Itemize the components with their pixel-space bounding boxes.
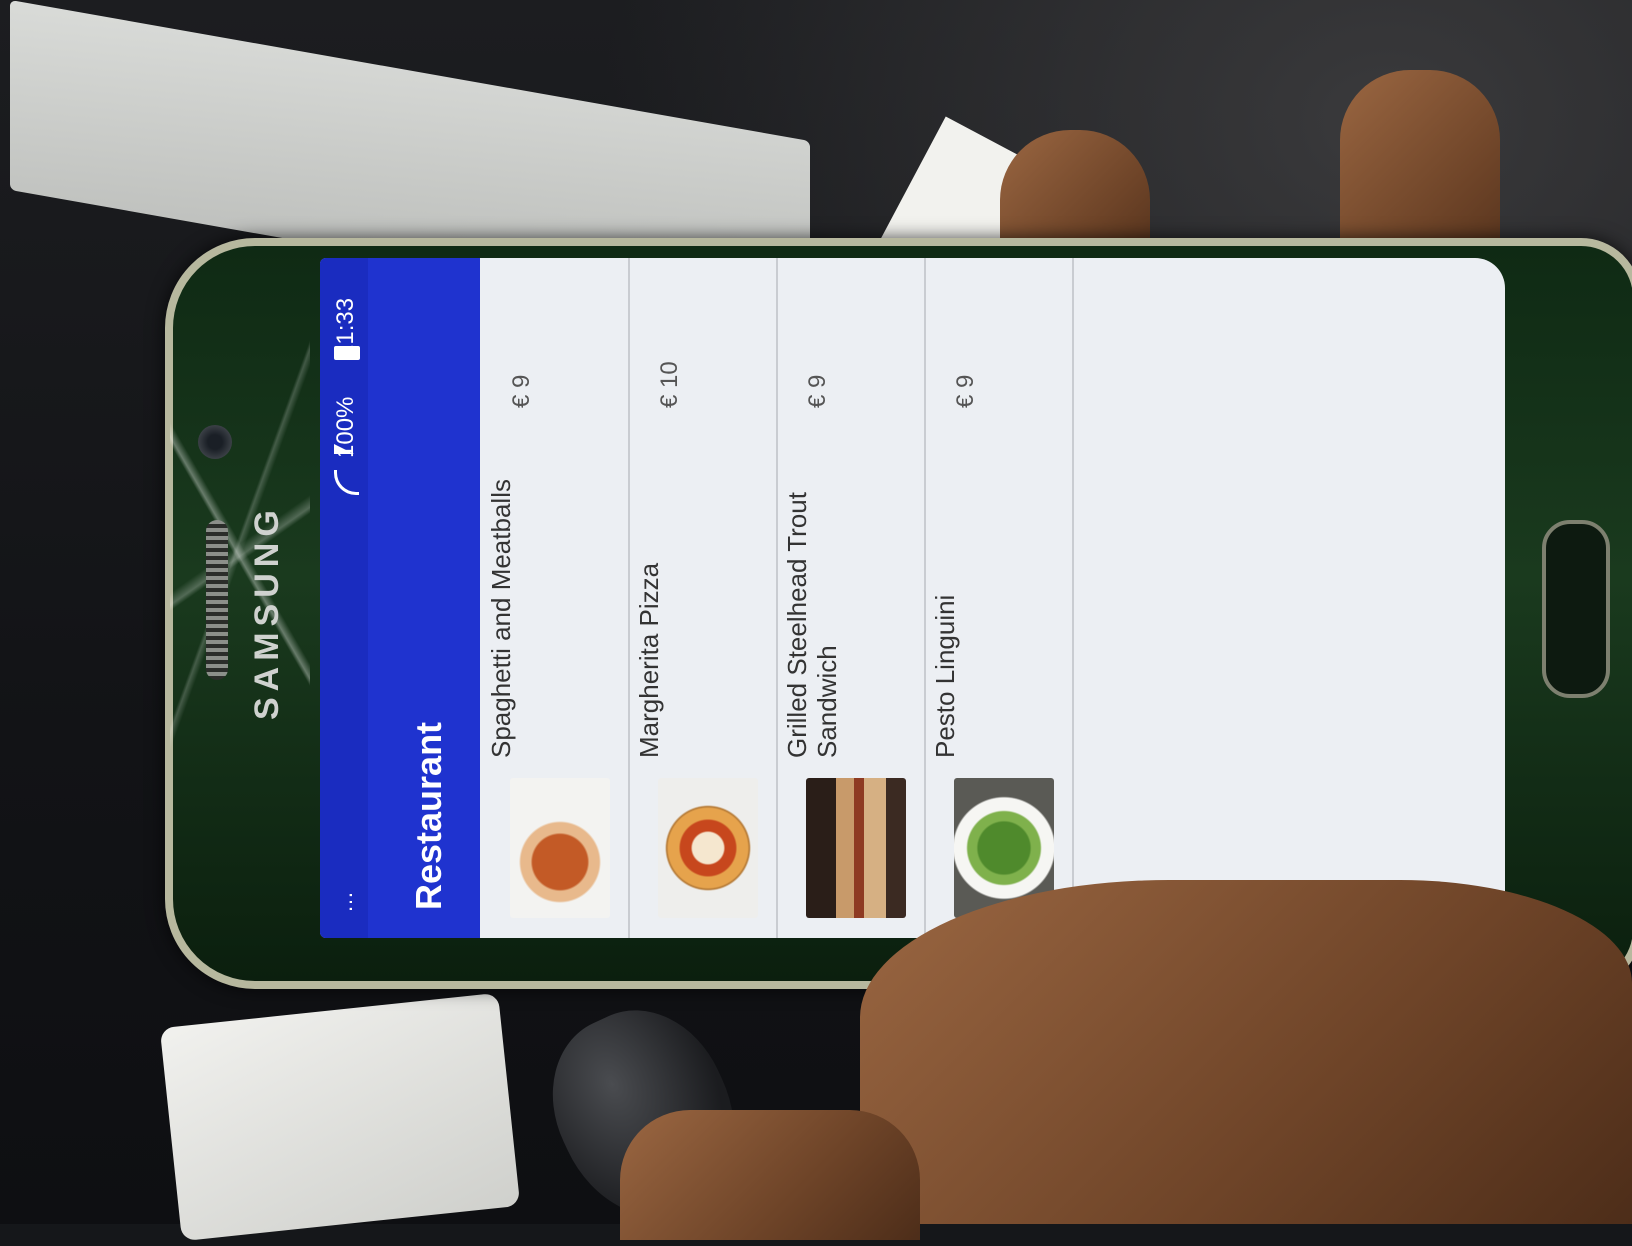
screen-crack [170,290,310,810]
list-item[interactable]: Margherita Pizza € 10 [628,258,778,938]
notification-icons: … [332,887,357,913]
background-white-object [159,992,521,1242]
list-item[interactable]: Spaghetti and Meatballs € 9 [480,258,630,938]
spaghetti-photo [510,778,610,918]
item-price: € 9 [952,374,979,408]
pizza-photo [658,778,758,918]
sandwich-photo [806,778,906,918]
hand-palm [860,880,1632,1224]
status-time: 21:33 [332,297,359,358]
app-title: Restaurant [408,721,449,910]
item-name: Spaghetti and Meatballs [486,479,516,758]
brand-logo: SAMSUNG [248,504,286,720]
item-name: Grilled Steelhead Trout Sandwich [782,492,842,758]
item-price: € 9 [804,374,831,408]
item-name: Pesto Linguini [930,594,960,758]
item-price: € 9 [508,374,535,408]
item-name: Margherita Pizza [634,562,664,758]
list-item[interactable]: Grilled Steelhead Trout Sandwich € 9 [776,258,926,938]
menu-list: Spaghetti and Meatballs € 9 Margherita P… [480,258,1080,938]
item-price: € 10 [656,361,683,408]
front-camera [198,425,232,459]
status-battery: 100% [332,396,359,458]
home-button[interactable] [1542,520,1610,698]
status-bar [320,258,368,938]
earpiece-speaker [206,520,228,680]
phone-screen: 21:33 100% … Restaurant Spaghetti and Me… [320,258,1505,938]
hand-thumb [620,1110,920,1240]
list-item[interactable]: Pesto Linguini € 9 [924,258,1074,938]
